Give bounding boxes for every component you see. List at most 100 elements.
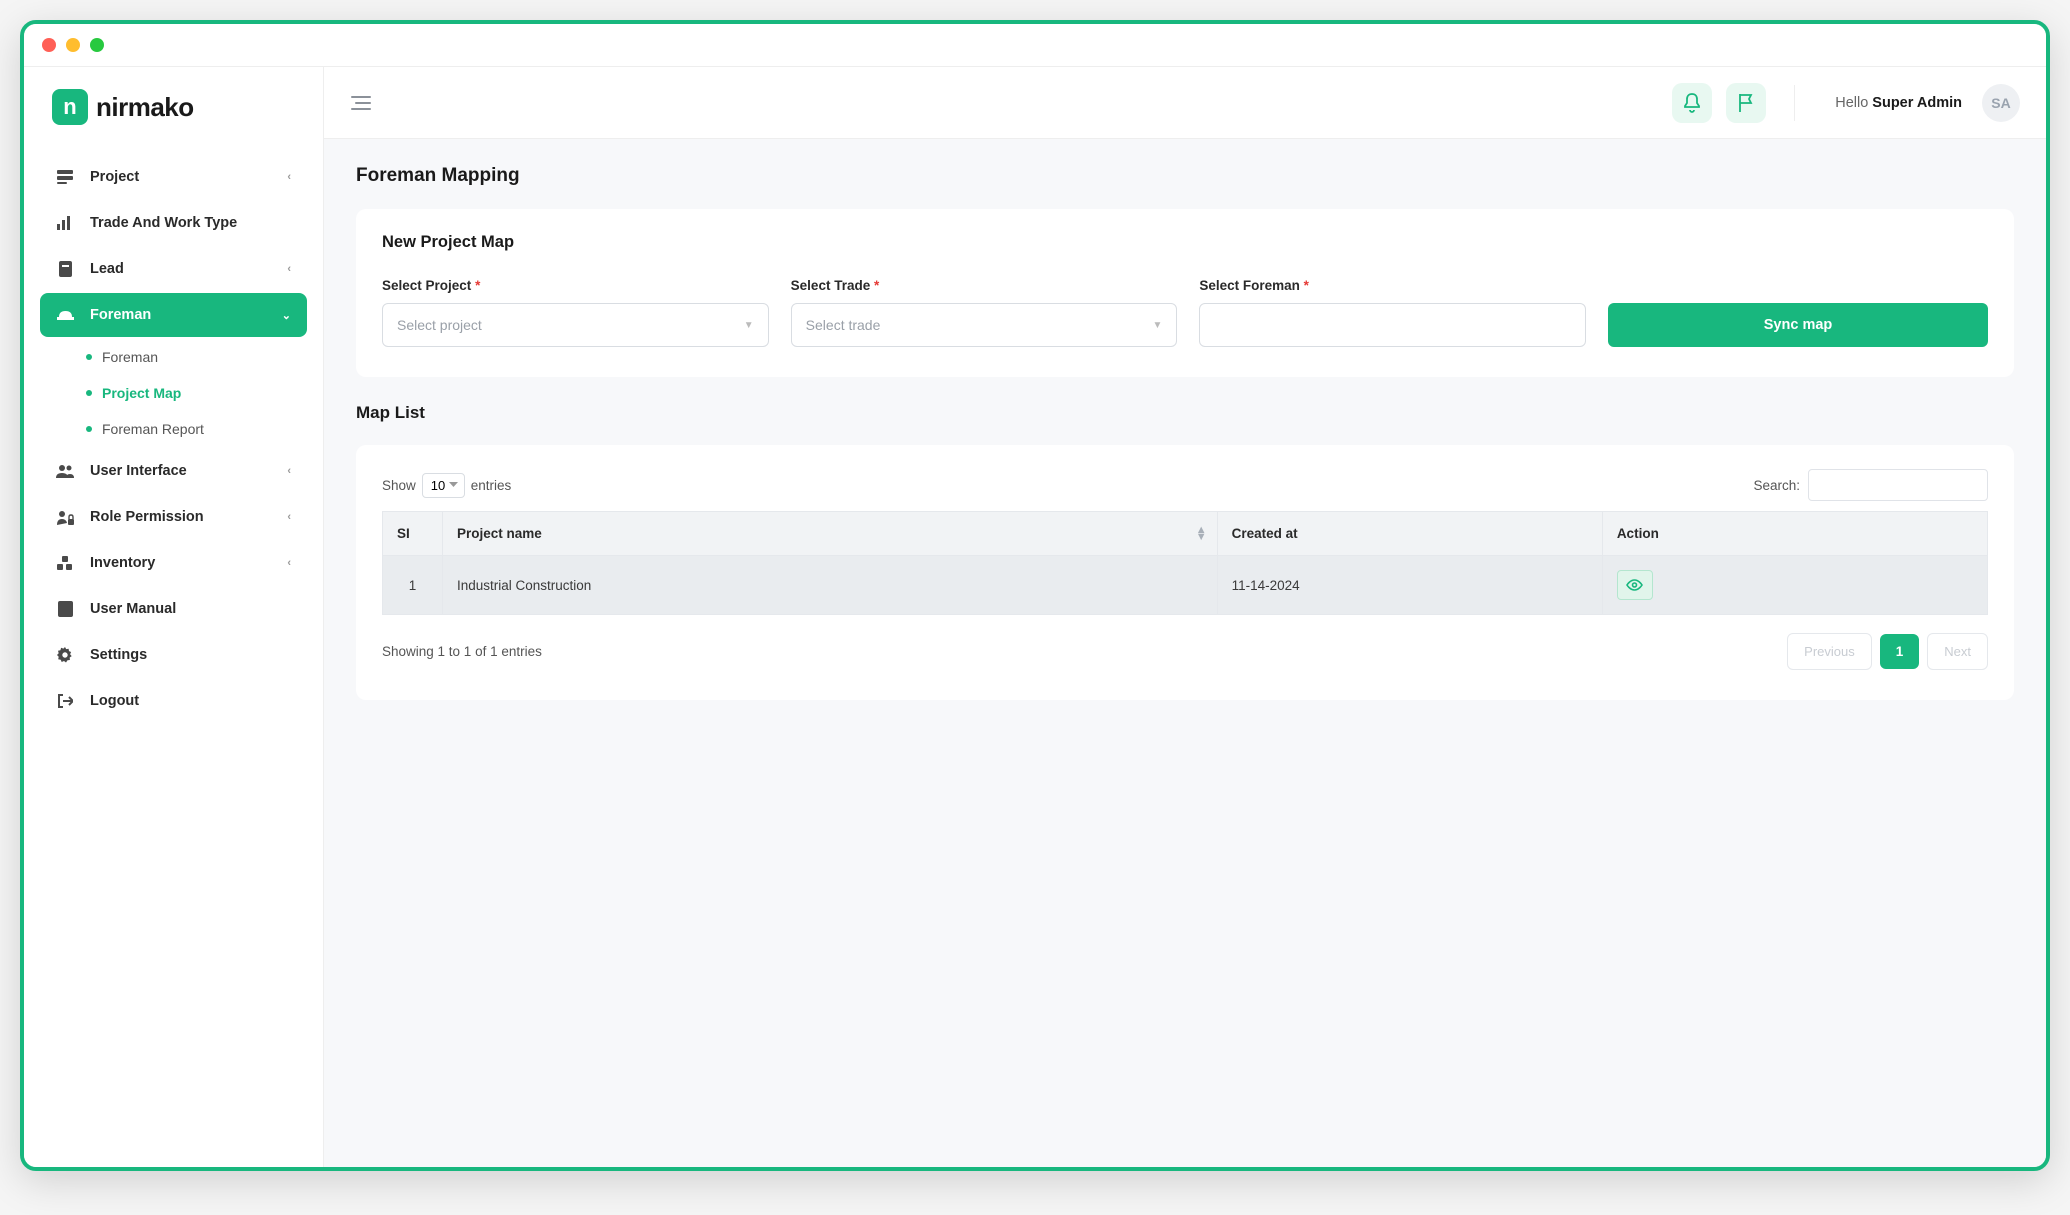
sidebar-item-label: Settings <box>90 647 147 663</box>
sidebar-item-label: User Manual <box>90 601 176 617</box>
window-close-icon[interactable] <box>42 38 56 52</box>
users-icon <box>56 464 74 478</box>
sidebar-item-user-manual[interactable]: User Manual <box>40 587 307 631</box>
new-project-map-card: New Project Map Select Project * Select … <box>356 209 2014 377</box>
bullet-icon <box>86 354 92 360</box>
menu-icon <box>350 95 372 111</box>
entries-select[interactable]: 10 <box>422 473 465 498</box>
sidebar-subitem-label: Foreman <box>102 349 158 365</box>
sidebar-item-label: Lead <box>90 261 124 277</box>
window-zoom-icon[interactable] <box>90 38 104 52</box>
sidebar-item-logout[interactable]: Logout <box>40 679 307 723</box>
foreman-subnav: Foreman Project Map Foreman Report <box>40 339 307 447</box>
sidebar-item-inventory[interactable]: Inventory ‹ <box>40 541 307 585</box>
window-title-bar <box>24 24 2046 67</box>
search-input[interactable] <box>1808 469 1988 501</box>
sync-map-button[interactable]: Sync map <box>1608 303 1988 347</box>
divider <box>1794 85 1795 121</box>
map-list-table: SI Project name▲▼ Created at Action 1 In… <box>382 511 1988 615</box>
user-lock-icon <box>56 510 74 525</box>
sidebar-subitem-project-map[interactable]: Project Map <box>86 375 307 411</box>
sidebar-item-label: Inventory <box>90 555 155 571</box>
gear-icon <box>56 647 74 663</box>
chevron-left-icon: ‹ <box>287 465 291 477</box>
sidebar-item-settings[interactable]: Settings <box>40 633 307 677</box>
page-title: Foreman Mapping <box>356 165 2014 187</box>
table-controls: Show 10 entries Search: <box>382 469 1988 501</box>
caret-down-icon: ▼ <box>1152 320 1162 331</box>
sidebar-item-label: Project <box>90 169 139 185</box>
sidebar: n nirmako Project ‹ Trade And Work Type … <box>24 67 324 1167</box>
table-row: 1 Industrial Construction 11-14-2024 <box>383 556 1988 615</box>
select-foreman-dropdown[interactable] <box>1199 303 1586 347</box>
id-card-icon <box>56 261 74 277</box>
book-icon <box>56 601 74 617</box>
notifications-button[interactable] <box>1672 83 1712 123</box>
select-foreman-field: Select Foreman * <box>1199 278 1586 347</box>
sidebar-item-role-permission[interactable]: Role Permission ‹ <box>40 495 307 539</box>
cell-action <box>1602 556 1987 615</box>
select-trade-dropdown[interactable]: Select trade ▼ <box>791 303 1178 347</box>
pagination-next[interactable]: Next <box>1927 633 1988 670</box>
brand-name: nirmako <box>96 92 194 123</box>
select-trade-label: Select Trade * <box>791 278 1178 293</box>
sidebar-item-lead[interactable]: Lead ‹ <box>40 247 307 291</box>
layers-icon <box>56 170 74 184</box>
user-avatar[interactable]: SA <box>1982 84 2020 122</box>
map-list-card: Show 10 entries Search: SI <box>356 445 2014 700</box>
chevron-left-icon: ‹ <box>287 263 291 275</box>
brand-mark-icon: n <box>52 89 88 125</box>
select-trade-field: Select Trade * Select trade ▼ <box>791 278 1178 347</box>
sidebar-item-label: Trade And Work Type <box>90 215 237 231</box>
select-project-placeholder: Select project <box>397 317 482 333</box>
cell-si: 1 <box>383 556 443 615</box>
pagination: Previous 1 Next <box>1787 633 1988 670</box>
chevron-left-icon: ‹ <box>287 557 291 569</box>
flag-icon <box>1737 93 1755 113</box>
col-created-at[interactable]: Created at <box>1217 512 1602 556</box>
select-foreman-label: Select Foreman * <box>1199 278 1586 293</box>
eye-icon <box>1626 579 1643 591</box>
greeting-user: Super Admin <box>1872 95 1962 111</box>
sidebar-item-label: Role Permission <box>90 509 204 525</box>
sort-icon: ▲▼ <box>1196 527 1207 541</box>
select-project-field: Select Project * Select project ▼ <box>382 278 769 347</box>
select-project-dropdown[interactable]: Select project ▼ <box>382 303 769 347</box>
app-window: n nirmako Project ‹ Trade And Work Type … <box>20 20 2050 1171</box>
hardhat-icon <box>56 308 74 322</box>
select-trade-placeholder: Select trade <box>806 317 881 333</box>
sidebar-subitem-label: Foreman Report <box>102 421 204 437</box>
col-si[interactable]: SI <box>383 512 443 556</box>
table-footer: Showing 1 to 1 of 1 entries Previous 1 N… <box>382 633 1988 670</box>
greeting-prefix: Hello <box>1835 95 1872 111</box>
pagination-page-1[interactable]: 1 <box>1880 634 1920 669</box>
sidebar-item-project[interactable]: Project ‹ <box>40 155 307 199</box>
sidebar-item-foreman[interactable]: Foreman ⌄ <box>40 293 307 337</box>
sidebar-item-label: User Interface <box>90 463 187 479</box>
view-row-button[interactable] <box>1617 570 1653 600</box>
bullet-icon <box>86 390 92 396</box>
sidebar-subitem-foreman[interactable]: Foreman <box>86 339 307 375</box>
col-project-name[interactable]: Project name▲▼ <box>443 512 1218 556</box>
sidebar-subitem-foreman-report[interactable]: Foreman Report <box>86 411 307 447</box>
show-label: Show <box>382 478 416 493</box>
topbar: Hello Super Admin SA <box>324 67 2046 139</box>
sidebar-subitem-label: Project Map <box>102 385 181 401</box>
primary-nav: Project ‹ Trade And Work Type Lead ‹ For… <box>24 155 323 723</box>
boxes-icon <box>56 556 74 571</box>
card-title: New Project Map <box>382 233 1988 252</box>
select-project-label: Select Project * <box>382 278 769 293</box>
entries-label: entries <box>471 478 512 493</box>
pagination-prev[interactable]: Previous <box>1787 633 1872 670</box>
main-column: Hello Super Admin SA Foreman Mapping New… <box>324 67 2046 1167</box>
page-content: Foreman Mapping New Project Map Select P… <box>324 139 2046 752</box>
brand-logo[interactable]: n nirmako <box>24 67 323 153</box>
chevron-left-icon: ‹ <box>287 511 291 523</box>
map-list-title: Map List <box>356 403 2014 423</box>
menu-toggle-button[interactable] <box>350 95 372 111</box>
greeting: Hello Super Admin <box>1835 95 1962 111</box>
window-minimize-icon[interactable] <box>66 38 80 52</box>
sidebar-item-user-interface[interactable]: User Interface ‹ <box>40 449 307 493</box>
sidebar-item-trade[interactable]: Trade And Work Type <box>40 201 307 245</box>
flag-button[interactable] <box>1726 83 1766 123</box>
